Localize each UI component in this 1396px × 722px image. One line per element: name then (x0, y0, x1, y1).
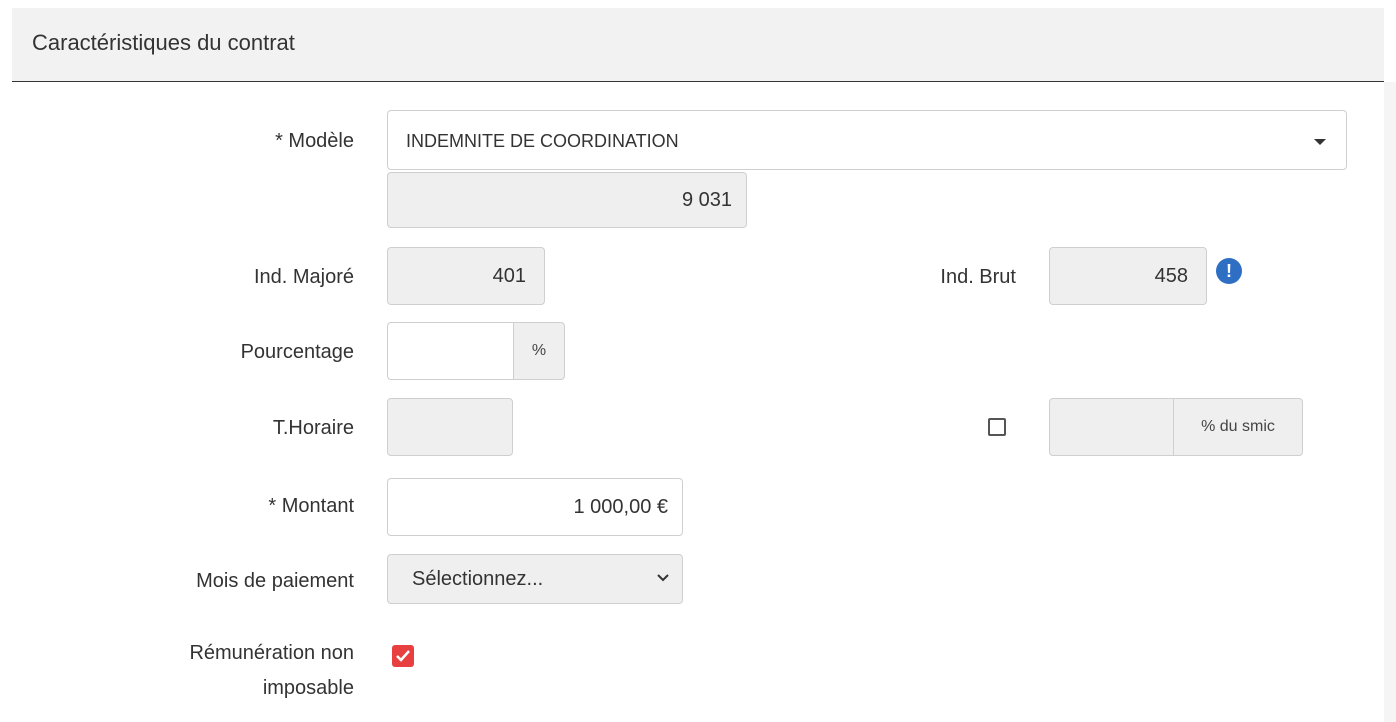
mois-paiement-selected: Sélectionnez... (412, 568, 544, 590)
ind-majore-value: 401 (492, 265, 526, 287)
pourcentage-addon-label: % (531, 342, 547, 359)
smic-checkbox[interactable] (988, 418, 1006, 436)
chevron-down-icon (657, 574, 669, 582)
montant-input[interactable]: 1 000,00 € (387, 478, 683, 536)
mois-paiement-label: Mois de paiement (196, 570, 354, 592)
ind-majore-field: 401 (387, 247, 545, 305)
smic-field (1049, 398, 1175, 456)
ind-majore-label: Ind. Majoré (253, 266, 354, 288)
pourcentage-input[interactable] (387, 322, 515, 380)
ind-brut-label: Ind. Brut (940, 266, 1016, 288)
caret-down-icon (1314, 139, 1326, 145)
t-horaire-field (387, 398, 513, 456)
modele-label: * Modèle (275, 130, 354, 152)
panel-heading: Caractéristiques du contrat (12, 8, 1384, 82)
montant-label: * Montant (268, 495, 354, 517)
t-horaire-label: T.Horaire (272, 417, 354, 439)
info-icon[interactable]: ! (1216, 258, 1242, 284)
pourcentage-addon: % (513, 322, 565, 380)
modele-value: INDEMNITE DE COORDINATION (406, 131, 679, 151)
montant-value: 1 000,00 € (573, 496, 668, 518)
remuneration-checkbox[interactable] (392, 645, 414, 667)
right-gutter (1384, 82, 1396, 722)
pourcentage-label: Pourcentage (240, 341, 354, 363)
remuneration-label-line1: Rémunération non (189, 642, 354, 664)
smic-addon-label: % du smic (1201, 418, 1275, 435)
checkmark-icon (396, 650, 410, 662)
mois-paiement-select[interactable]: Sélectionnez... (387, 554, 683, 604)
panel-title: Caractéristiques du contrat (32, 30, 295, 55)
modele-code-value: 9 031 (681, 189, 732, 211)
smic-addon: % du smic (1173, 398, 1303, 456)
modele-code-field: 9 031 (387, 172, 747, 228)
remuneration-label-line2: imposable (262, 677, 354, 699)
ind-brut-value: 458 (1154, 265, 1188, 287)
ind-brut-field: 458 (1049, 247, 1207, 305)
modele-select[interactable]: INDEMNITE DE COORDINATION (387, 110, 1347, 170)
